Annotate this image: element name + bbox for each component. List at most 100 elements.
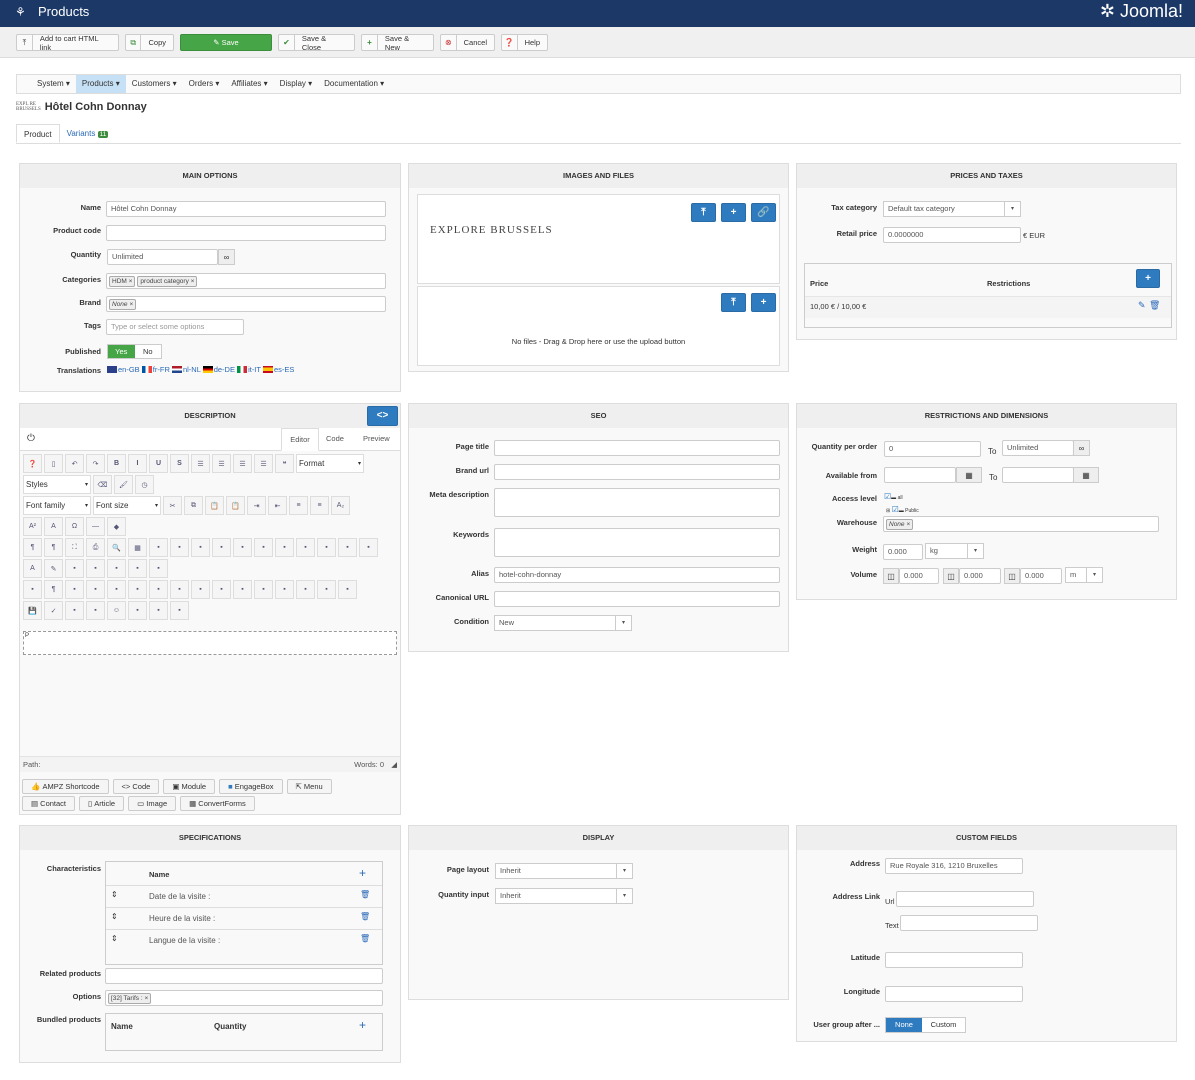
menu-documentation[interactable]: Documentation ▾ <box>318 75 390 93</box>
tags-input[interactable]: Type or select some options <box>106 319 244 335</box>
u-icon[interactable]: U <box>149 454 168 473</box>
product-image[interactable]: EXPLORE BRUSSELS <box>430 225 553 236</box>
b-icon[interactable]: B <box>107 454 126 473</box>
save-close-button[interactable]: ✔ Save & Close <box>278 34 355 52</box>
condition-select[interactable]: New ▾ <box>494 615 632 631</box>
access-all[interactable]: ☑▬ all <box>884 491 919 504</box>
add-price-button[interactable]: + <box>1136 269 1160 288</box>
del-row-icon[interactable]: ▪ <box>149 538 168 557</box>
justify-icon[interactable]: ☰ <box>254 454 273 473</box>
width-input[interactable]: 0.000 <box>959 568 1001 584</box>
latitude-input[interactable] <box>885 952 1023 968</box>
user-group-none[interactable]: None <box>886 1018 922 1032</box>
spell-icon[interactable]: ✓ <box>44 601 63 620</box>
page-layout-select[interactable]: Inherit ▾ <box>495 863 633 879</box>
edit-icon[interactable]: ✎ <box>1138 300 1146 311</box>
translation-it-it[interactable]: it-IT <box>237 365 261 374</box>
template-icon[interactable]: ▪ <box>149 559 168 578</box>
new-icon[interactable]: ▯ <box>44 454 63 473</box>
images-dropzone[interactable]: EXPLORE BRUSSELS ⤒ + 🔗 <box>417 194 780 284</box>
row-icon[interactable]: ▪ <box>170 538 189 557</box>
link-image-button[interactable]: 🔗 <box>751 203 776 222</box>
cite-icon[interactable]: ▪ <box>128 580 147 599</box>
volume-unit-select[interactable]: m ▾ <box>1065 567 1103 583</box>
length-input[interactable]: 0.000 <box>899 568 939 584</box>
files-dropzone[interactable]: ⤒ + No files - Drag & Drop here or use t… <box>417 286 780 366</box>
calendar-icon[interactable]: ▦ <box>956 467 982 483</box>
menu-system[interactable]: System ▾ <box>31 75 76 93</box>
image-button[interactable]: ▭ Image <box>128 796 177 811</box>
qty-max-input[interactable]: Unlimited <box>1002 440 1074 456</box>
format-select[interactable]: Format ▾ <box>296 454 364 473</box>
tab-variants[interactable]: Variants 11 <box>60 124 116 143</box>
paste-word-icon[interactable]: 📋 <box>226 496 245 515</box>
shapes-icon[interactable]: ◆ <box>107 517 126 536</box>
s-icon[interactable]: S <box>170 454 189 473</box>
pilcrow-icon[interactable]: ¶ <box>44 580 63 599</box>
print-icon[interactable]: ⎙ <box>86 538 105 557</box>
longitude-input[interactable] <box>885 986 1023 1002</box>
cancel-button[interactable]: ⊗ Cancel <box>440 34 495 51</box>
options-input[interactable]: [32] Tarifs : × <box>105 990 383 1006</box>
help-button[interactable]: ❓ Help <box>501 34 548 51</box>
meta-description-textarea[interactable] <box>494 488 780 517</box>
strike-icon[interactable]: ▪ <box>191 580 210 599</box>
history-icon[interactable]: ◷ <box>135 475 154 494</box>
emoji-icon[interactable]: ☺ <box>107 601 126 620</box>
available-to-input[interactable] <box>1002 467 1074 483</box>
power-icon[interactable]: ⏻ <box>27 433 35 444</box>
props-icon[interactable]: ▪ <box>338 538 357 557</box>
add-icon[interactable]: ▪ <box>128 601 147 620</box>
undo-icon[interactable]: ↶ <box>65 454 84 473</box>
highlight-icon[interactable]: ✎ <box>44 559 63 578</box>
acronym-icon[interactable]: ▪ <box>170 580 189 599</box>
brush-icon[interactable]: 🖌 <box>114 475 133 494</box>
split-icon[interactable]: ▪ <box>275 538 294 557</box>
cell-icon[interactable]: ▪ <box>191 538 210 557</box>
col-before-icon[interactable]: ▪ <box>212 538 231 557</box>
tab-preview[interactable]: Preview <box>363 434 390 443</box>
box-icon[interactable]: ▪ <box>128 559 147 578</box>
save-button[interactable]: ✎ Save <box>180 34 272 51</box>
sub-icon[interactable]: A₂ <box>331 496 350 515</box>
editor-content[interactable]: P <box>23 631 397 655</box>
upload-image-button[interactable]: ⤒ <box>691 203 716 222</box>
height-input[interactable]: 0.000 <box>1020 568 1062 584</box>
address-input[interactable]: Rue Royale 316, 1210 Bruxelles <box>885 858 1023 874</box>
media-icon[interactable]: ▪ <box>86 580 105 599</box>
add-file-button[interactable]: + <box>751 293 776 312</box>
translation-de-de[interactable]: de-DE <box>202 365 235 374</box>
i-icon[interactable]: I <box>128 454 147 473</box>
contact-button[interactable]: ▤ Contact <box>22 796 76 811</box>
infinity-button[interactable]: ∞ <box>1073 440 1090 456</box>
eraser-icon[interactable]: ⌫ <box>93 475 112 494</box>
page-title-input[interactable] <box>494 440 780 456</box>
save-new-button[interactable]: + Save & New <box>361 34 434 52</box>
tab-code[interactable]: Code <box>326 434 344 443</box>
styles-select[interactable]: Styles ▾ <box>23 475 91 494</box>
published-no[interactable]: No <box>134 345 161 358</box>
frame-icon[interactable]: ▪ <box>359 538 378 557</box>
blockquote-icon[interactable]: ❝ <box>275 454 294 473</box>
find-icon[interactable]: 🔍 <box>107 538 126 557</box>
ltr-icon[interactable]: ¶ <box>23 538 42 557</box>
text-color-icon[interactable]: A <box>23 559 42 578</box>
cut-icon[interactable]: ✂ <box>163 496 182 515</box>
code-button[interactable]: <> Code <box>112 779 160 794</box>
trash-icon[interactable]: 🗑 <box>1149 300 1160 311</box>
indent-icon[interactable]: ⇥ <box>247 496 266 515</box>
unlink-icon[interactable]: ▪ <box>275 580 294 599</box>
toggle-editor-button[interactable]: <> <box>367 406 398 426</box>
font-size-select[interactable]: Font size ▾ <box>93 496 161 515</box>
align-left-icon[interactable]: ☰ <box>191 454 210 473</box>
menu-display[interactable]: Display ▾ <box>274 75 318 93</box>
redo-icon[interactable]: ↷ <box>86 454 105 473</box>
resize-handle-icon[interactable]: ◢ <box>391 760 397 769</box>
remove-icon[interactable]: ▪ <box>149 601 168 620</box>
brand-input[interactable]: None × <box>106 296 386 312</box>
chain-icon[interactable]: ▪ <box>296 580 315 599</box>
canonical-url-input[interactable] <box>494 591 780 607</box>
drag-handle-icon[interactable]: ⇕ <box>111 912 118 921</box>
rtl-icon[interactable]: ¶ <box>44 538 63 557</box>
translation-en-gb[interactable]: en-GB <box>107 365 140 374</box>
